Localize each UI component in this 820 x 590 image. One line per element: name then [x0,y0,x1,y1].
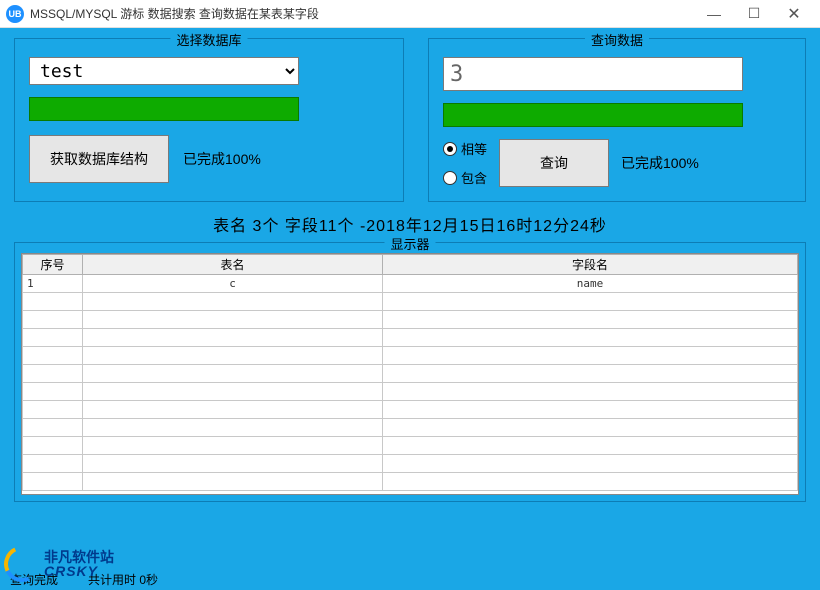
table-cell: name [383,275,798,293]
radio-equal-icon [443,142,457,156]
radio-equal[interactable]: 相等 [443,139,487,158]
query-status: 已完成100% [621,153,699,173]
window-title: MSSQL/MYSQL 游标 数据搜索 查询数据在某表某字段 [30,5,694,22]
table-cell [83,473,383,491]
status-right: 共计用时 0秒 [88,571,158,588]
radio-contain-label: 包含 [461,168,487,187]
grid-legend: 显示器 [384,234,435,253]
table-row[interactable] [23,383,798,401]
table-cell [83,401,383,419]
result-grid[interactable]: 序号 表名 字段名 1cname [21,253,799,495]
radio-contain-icon [443,171,457,185]
query-progress [443,103,743,127]
table-row[interactable] [23,329,798,347]
header-table[interactable]: 表名 [83,255,383,275]
table-cell [383,437,798,455]
table-cell [23,383,83,401]
status-left: 查询完成 [10,571,58,588]
table-cell [83,329,383,347]
table-cell [83,383,383,401]
table-cell [83,365,383,383]
table-row[interactable]: 1cname [23,275,798,293]
table-cell [23,329,83,347]
table-cell: c [83,275,383,293]
table-cell [383,473,798,491]
table-cell [23,455,83,473]
table-cell [383,329,798,347]
database-progress [29,97,299,121]
table-cell [23,419,83,437]
table-row[interactable] [23,293,798,311]
table-cell [83,437,383,455]
table-cell [383,293,798,311]
table-cell [383,401,798,419]
close-button[interactable]: ✕ [774,1,814,27]
radio-equal-label: 相等 [461,139,487,158]
query-groupbox: 查询数据 相等 包含 查询 已完成100% [428,38,806,202]
table-cell [83,419,383,437]
table-cell [83,347,383,365]
database-status: 已完成100% [183,149,261,169]
table-cell [83,455,383,473]
table-cell [383,383,798,401]
table-cell [383,419,798,437]
query-legend: 查询数据 [585,30,649,49]
query-button[interactable]: 查询 [499,139,609,187]
table-row[interactable] [23,419,798,437]
table-row[interactable] [23,365,798,383]
table-row[interactable] [23,455,798,473]
table-cell [83,293,383,311]
statusbar: 查询完成 共计用时 0秒 [10,571,158,588]
table-cell [23,473,83,491]
minimize-button[interactable]: — [694,1,734,27]
radio-contain[interactable]: 包含 [443,168,487,187]
database-select[interactable]: test [29,57,299,85]
watermark-cn: 非凡软件站 [44,550,114,564]
window-buttons: — ☐ ✕ [694,1,814,27]
header-seq[interactable]: 序号 [23,255,83,275]
fetch-structure-button[interactable]: 获取数据库结构 [29,135,169,183]
table-cell [23,365,83,383]
table-cell [23,311,83,329]
table-cell [383,455,798,473]
database-groupbox: 选择数据库 test 获取数据库结构 已完成100% [14,38,404,202]
client-area: 选择数据库 test 获取数据库结构 已完成100% 查询数据 相等 [0,28,820,590]
table-cell [23,347,83,365]
table-cell [83,311,383,329]
table-cell: 1 [23,275,83,293]
database-legend: 选择数据库 [170,30,247,49]
table-row[interactable] [23,473,798,491]
table-row[interactable] [23,311,798,329]
table-cell [383,365,798,383]
table-row[interactable] [23,437,798,455]
query-input[interactable] [443,57,743,91]
table-row[interactable] [23,347,798,365]
summary-text: 表名 3个 字段11个 -2018年12月15日16时12分24秒 [14,212,806,236]
grid-groupbox: 显示器 序号 表名 字段名 1cname [14,242,806,502]
table-cell [383,311,798,329]
header-field[interactable]: 字段名 [383,255,798,275]
table-cell [23,293,83,311]
table-cell [23,401,83,419]
table-cell [23,437,83,455]
table-header-row: 序号 表名 字段名 [23,255,798,275]
table-row[interactable] [23,401,798,419]
titlebar: UB MSSQL/MYSQL 游标 数据搜索 查询数据在某表某字段 — ☐ ✕ [0,0,820,28]
maximize-button[interactable]: ☐ [734,1,774,27]
app-icon: UB [6,5,24,23]
table-cell [383,347,798,365]
